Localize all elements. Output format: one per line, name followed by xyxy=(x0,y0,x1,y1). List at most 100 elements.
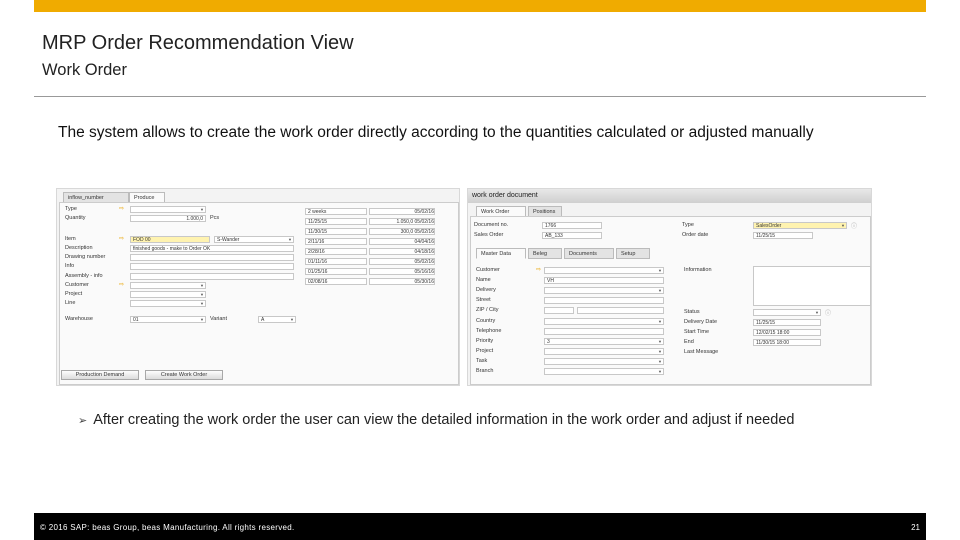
document-no-field[interactable]: 1766 xyxy=(542,222,602,229)
chevron-down-icon: ▼ xyxy=(658,339,662,344)
delivery-field[interactable]: ▼ xyxy=(544,287,664,294)
task-label: Task xyxy=(476,358,488,364)
project-field[interactable]: ▼ xyxy=(544,348,664,355)
chevron-down-icon: ▼ xyxy=(200,283,204,288)
end-label: End xyxy=(684,339,694,345)
type-link-icon[interactable]: ⇨ xyxy=(119,206,124,213)
customer-field[interactable]: ▼ xyxy=(544,267,664,274)
list-item[interactable]: 05/16/16 xyxy=(369,268,435,275)
drawing-number-field[interactable] xyxy=(130,254,294,261)
list-item[interactable]: 04/18/16 xyxy=(369,248,435,255)
start-time-field[interactable]: 12/02/15 18:00 xyxy=(753,329,821,336)
list-value: 05/02/16 xyxy=(414,209,434,215)
chevron-down-icon: ▼ xyxy=(658,268,662,273)
start-time-value: 12/02/15 18:00 xyxy=(756,330,790,336)
drawing-number-label: Drawing number xyxy=(65,254,106,260)
chevron-down-icon: ▼ xyxy=(841,223,845,228)
list-item[interactable]: 2/28/16 xyxy=(305,248,367,255)
item-value: FOD 00 xyxy=(133,237,151,243)
variant-value: A xyxy=(261,317,265,323)
item-field[interactable]: FOD 00 xyxy=(130,236,210,243)
list-item[interactable]: 11/30/15 xyxy=(305,228,367,235)
footer-copyright: © 2016 SAP: beas Group, beas Manufacturi… xyxy=(40,523,295,532)
list-date: 11/30/15 xyxy=(308,229,328,235)
list-item[interactable]: 05/02/16 xyxy=(369,208,435,215)
slide-title: MRP Order Recommendation View xyxy=(42,32,354,54)
project-field[interactable]: ▼ xyxy=(130,291,206,298)
country-field[interactable]: ▼ xyxy=(544,318,664,325)
street-field[interactable] xyxy=(544,297,664,304)
list-item[interactable]: 05/30/16 xyxy=(369,278,435,285)
priority-label: Priority xyxy=(476,338,494,344)
delivery-date-value: 11/25/15 xyxy=(756,320,776,326)
quantity-field[interactable]: 1.000,0 xyxy=(130,215,206,222)
variant-field[interactable]: A ▼ xyxy=(258,316,296,323)
arrow-bullet-icon: ➢ xyxy=(78,414,88,427)
tab-beleg[interactable]: Beleg xyxy=(528,248,562,259)
country-label: Country xyxy=(476,318,496,324)
quantity-unit: Pcs xyxy=(210,215,220,221)
delivery-date-field[interactable]: 11/25/15 xyxy=(753,319,821,326)
assembly-info-field[interactable] xyxy=(130,273,294,280)
list-item[interactable]: 2 weeks xyxy=(305,208,367,215)
list-item[interactable]: 2/11/16 xyxy=(305,238,367,245)
start-time-label: Start Time xyxy=(684,329,710,335)
list-date: 2/28/16 xyxy=(308,249,325,255)
sales-order-field[interactable]: AB_133 xyxy=(542,232,602,239)
tab-setup[interactable]: Setup xyxy=(616,248,650,259)
list-item[interactable]: 05/02/16 xyxy=(369,258,435,265)
list-item[interactable]: 11/25/15 xyxy=(305,218,367,225)
order-date-field[interactable]: 11/25/15 xyxy=(753,232,813,239)
list-date: 2/11/16 xyxy=(308,239,325,245)
chevron-down-icon: ▼ xyxy=(658,349,662,354)
production-demand-button[interactable]: Production Demand xyxy=(61,370,139,380)
task-field[interactable]: ▼ xyxy=(544,358,664,365)
description-field[interactable]: finished goods - make to Order OK xyxy=(130,245,294,252)
chevron-down-icon: ▼ xyxy=(290,317,294,322)
order-date-label: Order date xyxy=(682,232,709,238)
end-field[interactable]: 11/30/15 18:00 xyxy=(753,339,821,346)
help-icon[interactable]: ⓘ xyxy=(825,308,831,317)
type-field[interactable]: ▼ xyxy=(130,206,206,213)
type-select[interactable]: SalesOrder ▼ xyxy=(753,222,847,229)
customer-link-icon[interactable]: ⇨ xyxy=(119,282,124,289)
list-item[interactable]: 01/25/16 xyxy=(305,268,367,275)
list-value: 05/16/16 xyxy=(414,269,434,275)
customer-field[interactable]: ▼ xyxy=(130,282,206,289)
name-field[interactable]: VH xyxy=(544,277,664,284)
list-item[interactable]: 04/04/16 xyxy=(369,238,435,245)
chevron-down-icon: ▼ xyxy=(200,207,204,212)
priority-field[interactable]: 3 ▼ xyxy=(544,338,664,345)
list-item[interactable]: 02/08/16 xyxy=(305,278,367,285)
slide-subtitle: Work Order xyxy=(42,61,127,79)
warehouse-field[interactable]: 01 ▼ xyxy=(130,316,206,323)
help-icon[interactable]: ⓘ xyxy=(851,221,857,230)
list-value: 05/30/16 xyxy=(414,279,434,285)
priority-value: 3 xyxy=(547,339,550,345)
branch-label: Branch xyxy=(476,368,494,374)
info-field[interactable] xyxy=(130,263,294,270)
bullet-text: After creating the work order the user c… xyxy=(93,412,795,428)
create-work-order-button[interactable]: Create Work Order xyxy=(145,370,223,380)
information-textarea[interactable] xyxy=(753,266,871,306)
warehouse-label: Warehouse xyxy=(65,316,93,322)
list-value: 300,0 05/02/16 xyxy=(400,229,434,235)
item-warehouse-field[interactable]: S-Wander ▼ xyxy=(214,236,294,243)
status-field[interactable]: ▼ xyxy=(753,309,821,316)
line-field[interactable]: ▼ xyxy=(130,300,206,307)
item-link-icon[interactable]: ⇨ xyxy=(119,236,124,243)
list-item[interactable]: 01/11/16 xyxy=(305,258,367,265)
branch-field[interactable]: ▼ xyxy=(544,368,664,375)
tab-master-data[interactable]: Master Data xyxy=(476,248,526,259)
list-value: 1.050,0 05/02/16 xyxy=(396,219,434,225)
city-field[interactable] xyxy=(577,307,664,314)
information-label: Information xyxy=(684,267,712,273)
customer-label: Customer xyxy=(65,282,89,288)
zip-field[interactable] xyxy=(544,307,574,314)
telephone-field[interactable] xyxy=(544,328,664,335)
tab-documents[interactable]: Documents xyxy=(564,248,614,259)
chevron-down-icon: ▼ xyxy=(288,237,292,242)
list-item[interactable]: 300,0 05/02/16 xyxy=(369,228,435,235)
customer-link-icon[interactable]: ⇨ xyxy=(536,267,541,274)
list-item[interactable]: 1.050,0 05/02/16 xyxy=(369,218,435,225)
